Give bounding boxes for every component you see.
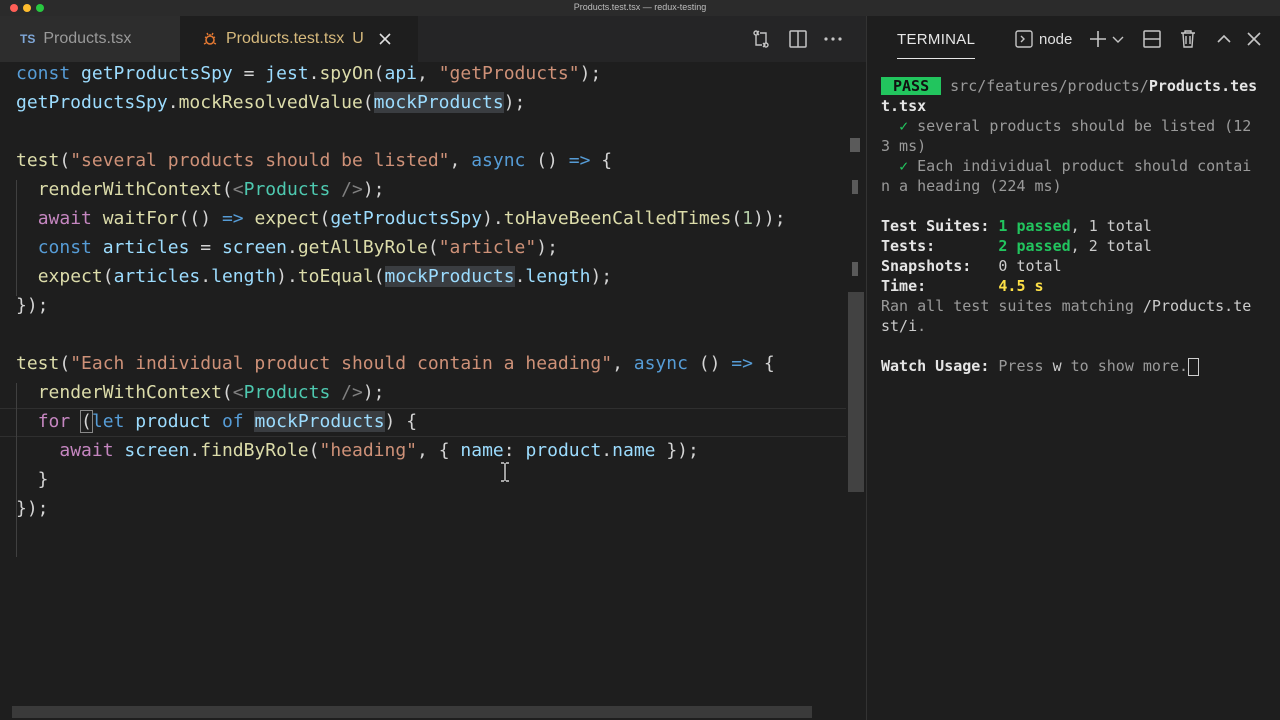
scroll-marker [852, 180, 858, 194]
code-line-4: renderWithContext(<Products />); [37, 179, 385, 200]
test-case-line: ✓ Each individual product should contai [899, 157, 1252, 175]
active-tab-indicator [897, 58, 975, 59]
scroll-marker [852, 262, 858, 276]
code-line-3: test("several products should be listed"… [16, 150, 613, 171]
open-changes-icon[interactable] [750, 28, 772, 50]
split-editor-icon[interactable] [787, 28, 809, 50]
summary-ran: Ran all test suites matching /Products.t… [881, 297, 1252, 315]
editor-pane: TS Products.tsx Products.test.tsx U cons… [0, 16, 866, 720]
code-editor[interactable]: const getProductsSpy = jest.spyOn(api, "… [0, 63, 846, 704]
test-case-line-cont: 3 ms) [881, 137, 927, 155]
window-title: Products.test.tsx — redux-testing [573, 2, 707, 12]
text-cursor-icon [501, 462, 509, 482]
summary-tests: Tests: 2 passed, 2 total [881, 237, 1152, 255]
test-result-line: PASS src/features/products/Products.tes [881, 76, 1257, 96]
terminal-icon [1015, 30, 1033, 48]
summary-time: Time: 4.5 s [881, 277, 1044, 295]
code-line-11: for (let product of mockProducts) { [37, 410, 418, 433]
tab-products-test-tsx[interactable]: Products.test.tsx U [180, 16, 418, 62]
watch-usage: Watch Usage: Press w to show more. [881, 356, 1200, 376]
pass-badge: PASS [881, 77, 942, 95]
summary-snapshots: Snapshots: 0 total [881, 257, 1062, 275]
code-line-14: }); [16, 498, 49, 519]
summary-suites: Test Suites: 1 passed, 1 total [881, 217, 1152, 235]
test-case-line-cont: n a heading (224 ms) [881, 177, 1062, 195]
terminal-header: TERMINAL node [867, 16, 1280, 62]
code-line-12: await screen.findByRole("heading", { nam… [59, 440, 699, 461]
scrollbar-thumb[interactable] [848, 292, 864, 492]
check-icon: ✓ [899, 117, 909, 135]
close-icon[interactable] [1243, 28, 1265, 50]
code-line-9: test("Each individual product should con… [16, 353, 775, 374]
code-line-5: await waitFor(() => expect(getProductsSp… [37, 208, 786, 229]
test-file-path-cont: t.tsx [881, 97, 927, 115]
tab-products-tsx[interactable]: TS Products.tsx [0, 16, 180, 62]
editor-tab-bar: TS Products.tsx Products.test.tsx U [0, 16, 866, 62]
close-icon[interactable] [378, 32, 392, 46]
terminal-panel: TERMINAL node PASS src/features/products… [866, 16, 1280, 720]
plus-icon[interactable] [1087, 28, 1109, 50]
terminal-shell-label[interactable]: node [1039, 31, 1072, 48]
test-file-icon [203, 32, 217, 45]
horizontal-scrollbar[interactable] [12, 706, 812, 718]
chevron-up-icon[interactable] [1213, 28, 1235, 50]
git-untracked-badge: U [352, 30, 364, 47]
scroll-marker [850, 138, 860, 152]
code-line-6: const articles = screen.getAllByRole("ar… [37, 237, 558, 258]
terminal-cursor [1188, 357, 1200, 376]
tab-terminal[interactable]: TERMINAL [897, 31, 975, 48]
window-titlebar: Products.test.tsx — redux-testing [0, 0, 1280, 16]
split-terminal-icon[interactable] [1141, 28, 1163, 50]
code-line-13: } [16, 469, 49, 490]
check-icon: ✓ [899, 157, 909, 175]
code-line-7: expect(articles.length).toEqual(mockProd… [37, 266, 613, 287]
chevron-down-icon[interactable] [1111, 28, 1125, 50]
vertical-scrollbar[interactable] [846, 62, 866, 720]
tab-label: Products.tsx [43, 30, 132, 47]
tab-label: Products.test.tsx [226, 30, 345, 47]
code-line-2: getProductsSpy.mockResolvedValue(mockPro… [16, 92, 526, 113]
trash-icon[interactable] [1177, 28, 1199, 50]
typescript-file-icon: TS [20, 32, 36, 46]
code-line-8: }); [16, 295, 49, 316]
test-case-line: ✓ several products should be listed (12 [899, 117, 1252, 135]
summary-ran-cont: st/i. [881, 317, 927, 335]
more-actions-icon[interactable] [822, 28, 844, 50]
code-line-1: const getProductsSpy = jest.spyOn(api, "… [16, 63, 602, 84]
code-line-10: renderWithContext(<Products />); [37, 382, 385, 403]
